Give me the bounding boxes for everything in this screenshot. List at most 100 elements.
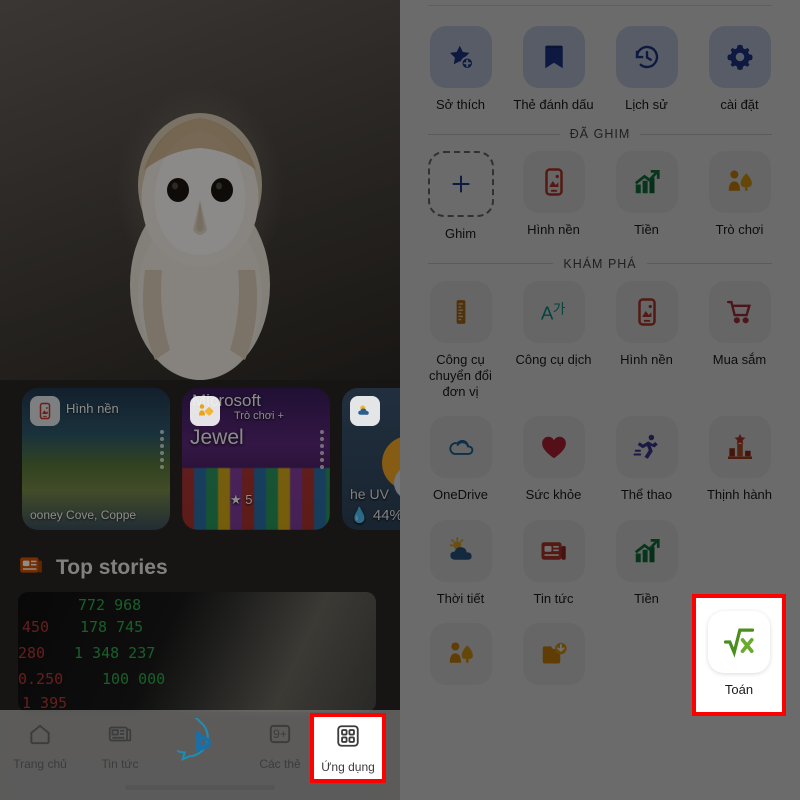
highlight-box-apps-nav[interactable]: Ứng dụng bbox=[310, 713, 386, 783]
nav-label: Các thẻ bbox=[259, 757, 301, 771]
quick-item-settings[interactable]: cài đặt bbox=[693, 26, 786, 113]
pinned-item-pin[interactable]: Ghim bbox=[414, 151, 507, 242]
card-dots bbox=[320, 430, 324, 469]
weather-icon bbox=[429, 519, 492, 582]
explore-item-wallpaper[interactable]: Hình nền bbox=[600, 280, 693, 401]
ruler-icon bbox=[429, 280, 492, 343]
explore-item-empty-1 bbox=[600, 623, 693, 694]
app-label: Thẻ đánh dấu bbox=[513, 97, 594, 112]
app-label: Hình nền bbox=[527, 222, 580, 238]
divider-line bbox=[428, 263, 554, 264]
daily-wallpaper-owl bbox=[0, 0, 400, 380]
explore-item-trending[interactable]: Thịnh hành bbox=[693, 416, 786, 503]
humidity-label: 💧 44% bbox=[350, 507, 400, 524]
wallpaper-icon bbox=[30, 396, 60, 426]
section-header-explore: KHÁM PHÁ bbox=[400, 257, 800, 271]
wallpaper-icon bbox=[615, 280, 678, 343]
pinned-item-money[interactable]: Tiền bbox=[600, 151, 693, 242]
app-label: Sở thích bbox=[436, 97, 485, 112]
gear-icon bbox=[708, 26, 771, 88]
tabs-badge: 9+ bbox=[273, 727, 287, 741]
card-caption: ooney Cove, Coppe bbox=[30, 508, 137, 522]
game-card[interactable]: Microsoft Trò chơi + Jewel ★ 5 bbox=[182, 388, 330, 530]
app-label: OneDrive bbox=[433, 487, 488, 503]
screenshot-root: Hình nền ooney Cove, Coppe Microsoft Trò… bbox=[0, 0, 800, 800]
home-indicator[interactable] bbox=[125, 785, 275, 790]
explore-item-health[interactable]: Sức khỏe bbox=[507, 416, 600, 503]
app-label: Công cụ chuyển đổi đơn vị bbox=[429, 351, 492, 400]
game-artwork bbox=[182, 468, 330, 530]
onedrive-icon bbox=[429, 416, 492, 479]
quick-item-history[interactable]: Lịch sử bbox=[600, 26, 693, 113]
app-label: Tiền bbox=[634, 222, 659, 238]
nav-label: Tin tức bbox=[101, 757, 139, 771]
game-score: ★ 5 bbox=[230, 492, 253, 507]
money-chart-icon bbox=[615, 151, 678, 214]
download-icon bbox=[522, 622, 585, 685]
explore-item-shopping[interactable]: Mua sắm bbox=[693, 280, 786, 401]
game-icon bbox=[429, 622, 492, 685]
plus-icon bbox=[427, 151, 494, 218]
home-icon bbox=[27, 721, 53, 752]
top-stories-header: Top stories bbox=[18, 552, 168, 583]
translate-icon: A가 bbox=[522, 280, 585, 343]
explore-item-news[interactable]: Tin tức bbox=[507, 519, 600, 607]
runner-icon bbox=[615, 416, 678, 479]
section-header-pinned: ĐÃ GHIM bbox=[400, 127, 800, 141]
quick-actions-row: Sở thích Thẻ đánh dấu Lịch sử cài đặt bbox=[400, 26, 800, 113]
math-sqrt-icon bbox=[708, 611, 770, 674]
weather-card[interactable]: he UV 💧 44% bbox=[342, 388, 400, 530]
wallpaper-icon bbox=[522, 151, 585, 214]
app-label: Thể thao bbox=[620, 487, 673, 503]
news-icon bbox=[522, 519, 585, 582]
quick-item-bookmarks[interactable]: Thẻ đánh dấu bbox=[507, 26, 600, 113]
news-icon bbox=[18, 552, 44, 583]
trending-podium-icon bbox=[708, 416, 771, 479]
top-story-image[interactable]: 772 968 450 178 745 280 1 348 237 0.250 … bbox=[18, 592, 376, 712]
card-title: Hình nền bbox=[66, 401, 119, 416]
app-label: Sức khỏe bbox=[525, 487, 582, 503]
money-chart-icon bbox=[615, 519, 678, 582]
wallpaper-card[interactable]: Hình nền ooney Cove, Coppe bbox=[22, 388, 170, 530]
app-label: Hình nền bbox=[620, 351, 673, 367]
explore-item-onedrive[interactable]: OneDrive bbox=[414, 416, 507, 503]
game-subtitle: Trò chơi + bbox=[234, 410, 284, 422]
bing-home-panel: Hình nền ooney Cove, Coppe Microsoft Trò… bbox=[0, 0, 400, 800]
explore-item-money[interactable]: Tiền bbox=[600, 519, 693, 607]
app-label: Lịch sử bbox=[625, 97, 668, 112]
tabs-icon: 9+ bbox=[267, 721, 293, 752]
nav-item-home[interactable]: Trang chủ bbox=[0, 721, 80, 771]
nav-label: Trang chủ bbox=[13, 757, 67, 771]
explore-item-translator[interactable]: A가 Công cụ dịch bbox=[507, 280, 600, 401]
nav-item-bing[interactable] bbox=[160, 713, 240, 774]
home-cards-row: Hình nền ooney Cove, Coppe Microsoft Trò… bbox=[0, 388, 400, 538]
app-label: cài đặt bbox=[720, 97, 759, 112]
weather-icon bbox=[350, 396, 380, 426]
pinned-item-wallpaper[interactable]: Hình nền bbox=[507, 151, 600, 242]
uv-label: he UV bbox=[350, 486, 389, 502]
game-icon bbox=[190, 396, 220, 426]
app-label: Trò chơi bbox=[715, 222, 764, 238]
app-label: Tin tức bbox=[533, 590, 574, 606]
app-label: Thời tiết bbox=[436, 590, 485, 606]
app-label: Ghim bbox=[444, 226, 477, 242]
owl-icon bbox=[130, 113, 270, 380]
explore-row-2: OneDrive Sức khỏe Thể thao Thịnh hành bbox=[400, 416, 800, 503]
explore-item-downloads[interactable] bbox=[507, 622, 600, 694]
pinned-item-games[interactable]: Trò chơi bbox=[693, 151, 786, 242]
app-label-math: Toán bbox=[724, 682, 754, 698]
quick-item-interests[interactable]: Sở thích bbox=[414, 26, 507, 113]
explore-item-sports[interactable]: Thể thao bbox=[600, 416, 693, 503]
app-label: Thịnh hành bbox=[706, 487, 773, 503]
nav-item-news[interactable]: Tin tức bbox=[80, 721, 160, 771]
apps-grid-icon bbox=[335, 723, 361, 754]
game-icon bbox=[708, 151, 771, 214]
explore-item-weather[interactable]: Thời tiết bbox=[414, 519, 507, 607]
section-title: ĐÃ GHIM bbox=[569, 127, 631, 142]
highlight-box-math-app[interactable]: Toán bbox=[692, 594, 786, 716]
nav-item-tabs[interactable]: 9+ Các thẻ bbox=[240, 721, 320, 771]
bing-logo-icon bbox=[164, 713, 223, 769]
section-title: KHÁM PHÁ bbox=[563, 256, 637, 271]
explore-item-unit-converter[interactable]: Công cụ chuyển đổi đơn vị bbox=[414, 280, 507, 401]
explore-item-games-2[interactable] bbox=[414, 622, 507, 694]
